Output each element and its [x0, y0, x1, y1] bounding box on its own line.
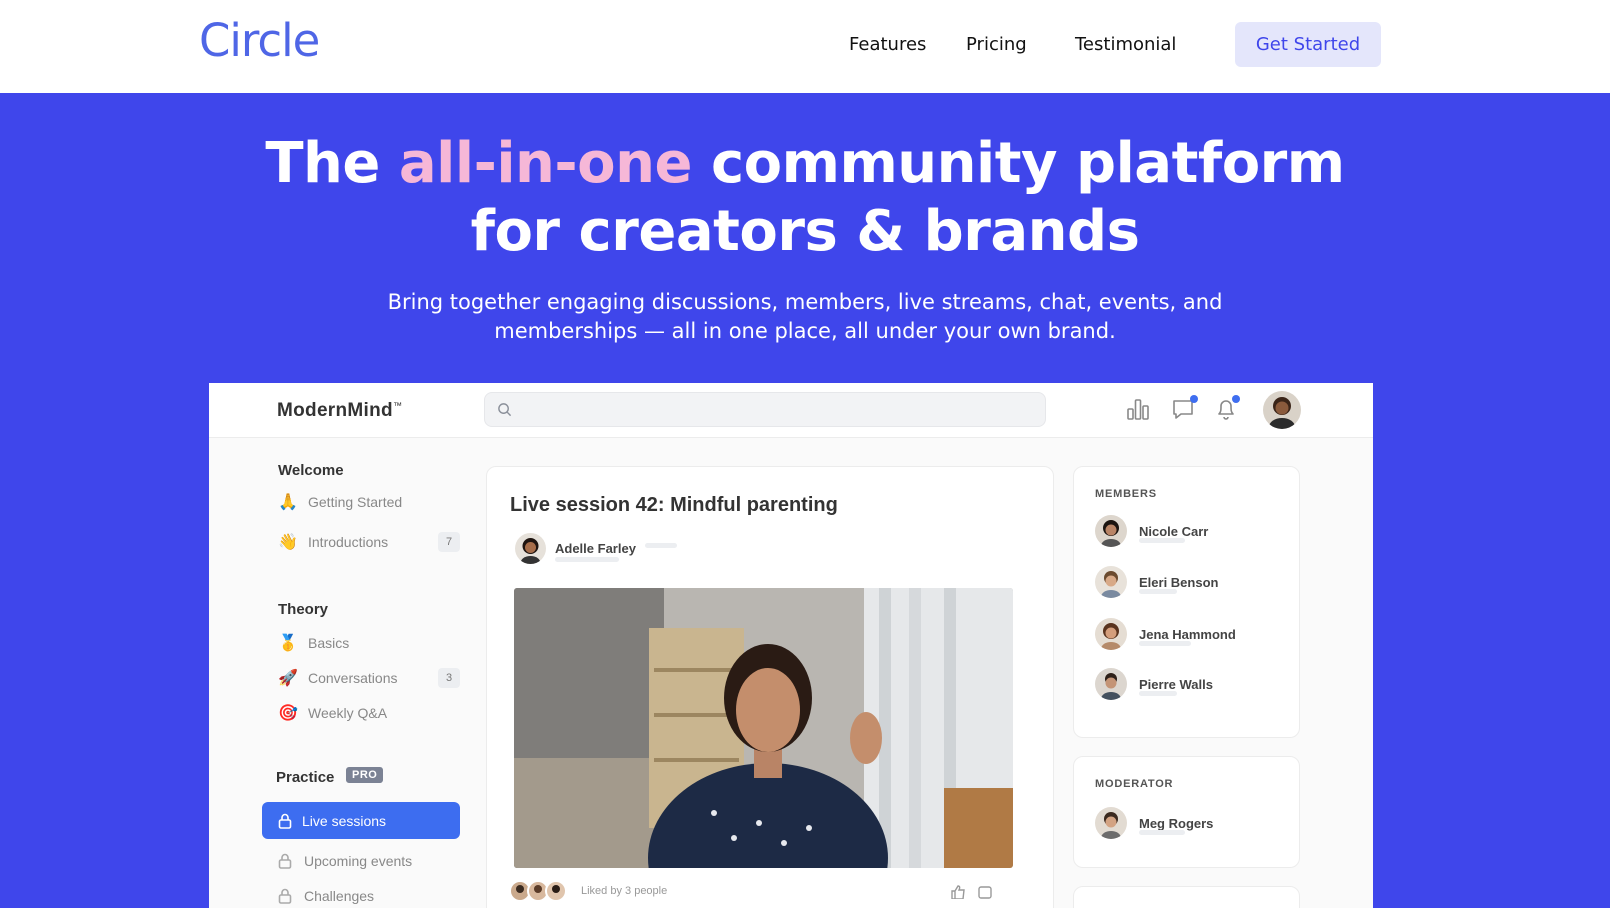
nav-link-features[interactable]: Features: [849, 34, 926, 55]
author-name: Adelle Farley: [555, 541, 636, 556]
members-panel-title: MEMBERS: [1095, 488, 1157, 500]
sidebar-item-label: Upcoming events: [304, 853, 413, 869]
search-input[interactable]: [484, 392, 1046, 427]
moderator-avatar: [1095, 807, 1127, 839]
sidebar-item-label: Getting Started: [308, 494, 403, 510]
member-avatar: [1095, 668, 1127, 700]
rocket-emoji-icon: 🚀: [278, 670, 298, 687]
sidebar-item-upcoming-events[interactable]: Upcoming events: [278, 849, 460, 873]
sidebar-item-basics[interactable]: 🥇 Basics: [278, 631, 460, 655]
medal-emoji-icon: 🥇: [278, 635, 298, 652]
moderator-meta-placeholder: [1139, 830, 1185, 835]
hero-title-rest: community platform: [710, 131, 1345, 196]
hero-subtitle-line1: Bring together engaging discussions, mem…: [387, 290, 1223, 314]
nav-link-pricing[interactable]: Pricing: [966, 34, 1027, 55]
comment-icon[interactable]: [977, 885, 993, 899]
moderator-name: Meg Rogers: [1139, 815, 1214, 831]
sidebar-section-practice: Practice: [276, 769, 335, 786]
lock-icon: [278, 888, 292, 904]
sidebar-item-label: Live sessions: [302, 812, 387, 829]
hero-subtitle-line2: memberships — all in one place, all unde…: [494, 319, 1116, 343]
member-avatar: [1095, 515, 1127, 547]
circle-logo[interactable]: Circle: [199, 14, 320, 67]
hero-title-line2: for creators & brands: [470, 199, 1140, 264]
app-brand-mark: ™: [392, 400, 403, 411]
member-name: Pierre Walls: [1139, 676, 1213, 692]
author-meta-placeholder: [555, 557, 619, 562]
sidebar-item-live-sessions[interactable]: Live sessions: [262, 802, 460, 839]
target-emoji-icon: 🎯: [278, 705, 298, 722]
sidebar-item-label: Introductions: [308, 534, 389, 550]
sidebar-item-label: Challenges: [304, 888, 375, 904]
extra-panel: [1073, 886, 1300, 908]
sidebar-item-conversations[interactable]: 🚀 Conversations 3: [278, 666, 460, 690]
author-avatar: [515, 533, 546, 564]
sidebar-section-theory: Theory: [278, 601, 329, 618]
live-session-video[interactable]: [514, 588, 1013, 868]
moderator-panel: MODERATOR Meg Rogers: [1073, 756, 1300, 868]
member-meta-placeholder: [1139, 641, 1191, 646]
app-brand[interactable]: ModernMind™: [277, 400, 402, 422]
analytics-icon[interactable]: [1125, 396, 1151, 422]
unread-count-badge: 3: [438, 668, 460, 688]
unread-count-badge: 7: [438, 532, 460, 552]
sidebar-item-challenges[interactable]: Challenges: [278, 884, 460, 908]
hero-subtitle: Bring together engaging discussions, mem…: [355, 288, 1255, 346]
sidebar-section-welcome: Welcome: [278, 462, 344, 479]
hero-title-start: The: [265, 131, 380, 196]
likes-text: Liked by 3 people: [581, 885, 668, 897]
bell-notification-dot: [1232, 395, 1240, 403]
hero-title-highlight: all-in-one: [398, 131, 693, 196]
lock-icon: [278, 853, 292, 869]
member-meta-placeholder: [1139, 589, 1177, 594]
member-name: Nicole Carr: [1139, 523, 1209, 539]
app-preview: ModernMind™ Welcome 🙏 Getting Started 👋 …: [209, 383, 1373, 908]
post-title[interactable]: Live session 42: Mindful parenting: [510, 494, 838, 517]
member-avatar: [1095, 566, 1127, 598]
author-meta-placeholder: [645, 543, 677, 548]
sidebar-item-weekly-qa[interactable]: 🎯 Weekly Q&A: [278, 701, 460, 725]
member-meta-placeholder: [1139, 691, 1177, 696]
member-meta-placeholder: [1139, 538, 1185, 543]
search-icon: [498, 403, 512, 417]
get-started-button[interactable]: Get Started: [1235, 22, 1381, 67]
post-card: Live session 42: Mindful parenting Adell…: [486, 466, 1054, 908]
member-avatar: [1095, 618, 1127, 650]
top-navbar: Circle Features Pricing Testimonial Get …: [0, 0, 1610, 93]
wave-emoji-icon: 👋: [278, 534, 298, 551]
hero-title: The all-in-one community platform for cr…: [0, 130, 1610, 266]
members-panel: MEMBERS Nicole Carr Eleri Benson Jena Ha…: [1073, 466, 1300, 738]
moderator-panel-title: MODERATOR: [1095, 778, 1174, 790]
like-icon[interactable]: [950, 885, 966, 899]
post-likes[interactable]: Liked by 3 people: [509, 880, 667, 902]
liker-avatar: [545, 880, 567, 902]
sidebar-item-getting-started[interactable]: 🙏 Getting Started: [278, 490, 460, 514]
sidebar-item-label: Conversations: [308, 670, 398, 686]
member-name: Jena Hammond: [1139, 626, 1236, 642]
app-brand-name: ModernMind: [277, 400, 393, 421]
user-avatar[interactable]: [1263, 391, 1301, 429]
member-name: Eleri Benson: [1139, 574, 1219, 590]
pro-badge: PRO: [346, 767, 384, 783]
chat-notification-dot: [1190, 395, 1198, 403]
sidebar-item-label: Basics: [308, 635, 350, 651]
sidebar-item-label: Weekly Q&A: [308, 705, 388, 721]
lock-icon: [278, 813, 292, 829]
sidebar-item-introductions[interactable]: 👋 Introductions 7: [278, 530, 460, 554]
sidebar: Welcome 🙏 Getting Started 👋 Introduction…: [209, 438, 479, 908]
nav-link-testimonial[interactable]: Testimonial: [1075, 34, 1176, 55]
pray-emoji-icon: 🙏: [278, 494, 298, 511]
app-header: ModernMind™: [209, 383, 1373, 438]
